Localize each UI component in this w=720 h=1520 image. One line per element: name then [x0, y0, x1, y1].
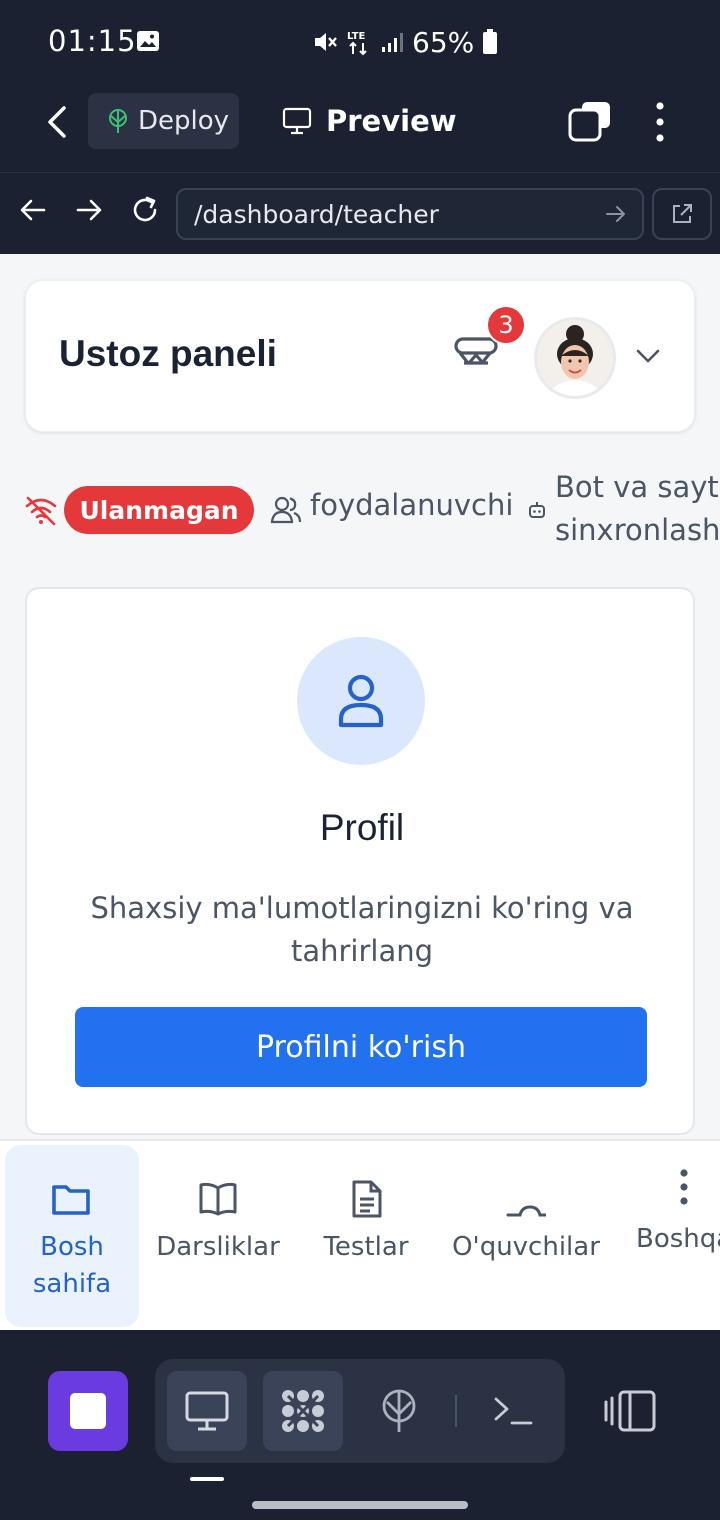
- user-icon: [338, 674, 384, 728]
- sync-label-line1: Bot va sayt: [555, 470, 719, 504]
- nav-label-darsliklar: Darsliklar: [156, 1232, 280, 1262]
- view-profile-button[interactable]: Profilni ko'rish: [75, 1007, 647, 1087]
- nav-item-boshqa[interactable]: Boshqa: [632, 1145, 720, 1327]
- more-icon: [680, 1169, 688, 1205]
- signal-icon: [382, 33, 403, 52]
- header-card: Ustoz paneli 3: [25, 280, 695, 432]
- book-icon: [199, 1182, 237, 1216]
- nav-label-boshqa: Boshqa: [636, 1224, 720, 1254]
- mute-icon: [315, 33, 337, 51]
- page-title: Ustoz paneli: [59, 333, 277, 374]
- deploy-tool-button[interactable]: [359, 1371, 439, 1451]
- folder-icon: [52, 1185, 90, 1215]
- nav-item-darsliklar[interactable]: Darsliklar: [150, 1145, 286, 1327]
- deploy-icon: [109, 109, 127, 133]
- tabs-icon[interactable]: [568, 100, 612, 144]
- status-indicators: LTE 65%: [312, 24, 498, 60]
- profile-icon-circle: [297, 637, 425, 765]
- nav-item-bosh-sahifa[interactable]: Bosh sahifa: [5, 1145, 139, 1327]
- sync-label: Bot va sayt sinxronlash: [555, 466, 720, 552]
- layout-toggle-icon[interactable]: [600, 1388, 660, 1434]
- more-options-icon[interactable]: [648, 100, 672, 144]
- url-input[interactable]: /dashboard/teacher: [176, 188, 644, 240]
- terminal-icon: [494, 1397, 533, 1425]
- nav-forward-icon[interactable]: [74, 195, 104, 225]
- back-chevron-icon[interactable]: [40, 102, 76, 142]
- replit-agent-icon: [282, 1390, 324, 1432]
- sync-label-line2: sinxronlash: [555, 513, 720, 547]
- keyboard-dash: [190, 1477, 224, 1481]
- preview-label: Preview: [326, 104, 457, 138]
- lte-icon: LTE: [347, 31, 367, 56]
- nav-label-testlar: Testlar: [323, 1232, 409, 1262]
- profile-card-title: Profil: [319, 807, 405, 848]
- profile-card: Profil Shaxsiy ma'lumotlaringizni ko'rin…: [25, 587, 695, 1135]
- avatar-image: [537, 320, 613, 396]
- bottom-navigation: Bosh sahifa Darsliklar Testlar O'quvchil…: [0, 1139, 720, 1330]
- chevron-down-icon[interactable]: [634, 345, 662, 367]
- connection-status-row: Ulanmagan foydalanuvchi Bot va sayt sinx…: [22, 466, 720, 556]
- url-bar: /dashboard/teacher: [0, 172, 720, 254]
- url-text: /dashboard/teacher: [194, 199, 439, 229]
- reload-icon[interactable]: [130, 195, 160, 225]
- status-time: 01:15: [48, 24, 137, 58]
- preview-tool-button[interactable]: [167, 1371, 247, 1451]
- preview-tab[interactable]: Preview: [282, 98, 457, 144]
- workspace-tool-button[interactable]: [263, 1371, 343, 1451]
- nav-item-oquvchilar[interactable]: O'quvchilar: [448, 1145, 604, 1327]
- nav-back-icon[interactable]: [18, 195, 48, 225]
- battery-percent: 65%: [412, 25, 475, 59]
- nav-item-testlar[interactable]: Testlar: [306, 1145, 426, 1327]
- deploy-label: Deploy: [138, 106, 230, 136]
- stop-icon: [70, 1393, 106, 1429]
- profile-card-description: Shaxsiy ma'lumotlaringizni ko'ring va ta…: [90, 891, 634, 968]
- home-indicator[interactable]: [252, 1501, 468, 1509]
- open-external-button[interactable]: [652, 188, 712, 240]
- wifi-off-icon: [25, 496, 57, 526]
- shell-tool-button[interactable]: [473, 1371, 553, 1451]
- students-icon: [506, 1205, 546, 1217]
- stop-button[interactable]: [48, 1371, 128, 1451]
- users-count-label: foydalanuvchi: [310, 488, 514, 522]
- notification-badge: 3: [486, 305, 526, 345]
- users-icon: [270, 496, 302, 524]
- image-notification-icon: [137, 31, 159, 51]
- connection-status-badge: Ulanmagan: [64, 486, 254, 534]
- app-top-bar: Deploy Preview: [0, 80, 720, 172]
- status-bar: 01:15 LTE 65%: [0, 0, 720, 80]
- web-content: Ustoz paneli 3 Ulanmagan foydalanuvchi B…: [0, 254, 720, 1139]
- nav-label-sahifa: sahifa: [32, 1269, 112, 1299]
- toolbar-divider: [455, 1395, 457, 1427]
- nav-label-bosh: Bosh: [40, 1232, 104, 1262]
- avatar[interactable]: [534, 317, 616, 399]
- svg-text:LTE: LTE: [347, 31, 366, 42]
- tool-group: [155, 1359, 565, 1463]
- deploy-button[interactable]: Deploy: [88, 93, 239, 149]
- document-icon: [352, 1180, 382, 1218]
- nav-label-oquvchilar: O'quvchilar: [452, 1232, 600, 1262]
- url-go-arrow-icon[interactable]: [604, 202, 628, 226]
- battery-icon: [483, 29, 498, 54]
- external-link-icon: [673, 204, 692, 223]
- monitor-icon: [185, 1391, 229, 1431]
- deploy-icon: [382, 1389, 416, 1432]
- bot-icon: [529, 502, 545, 518]
- ide-toolbar: [0, 1330, 720, 1520]
- monitor-icon: [282, 107, 312, 135]
